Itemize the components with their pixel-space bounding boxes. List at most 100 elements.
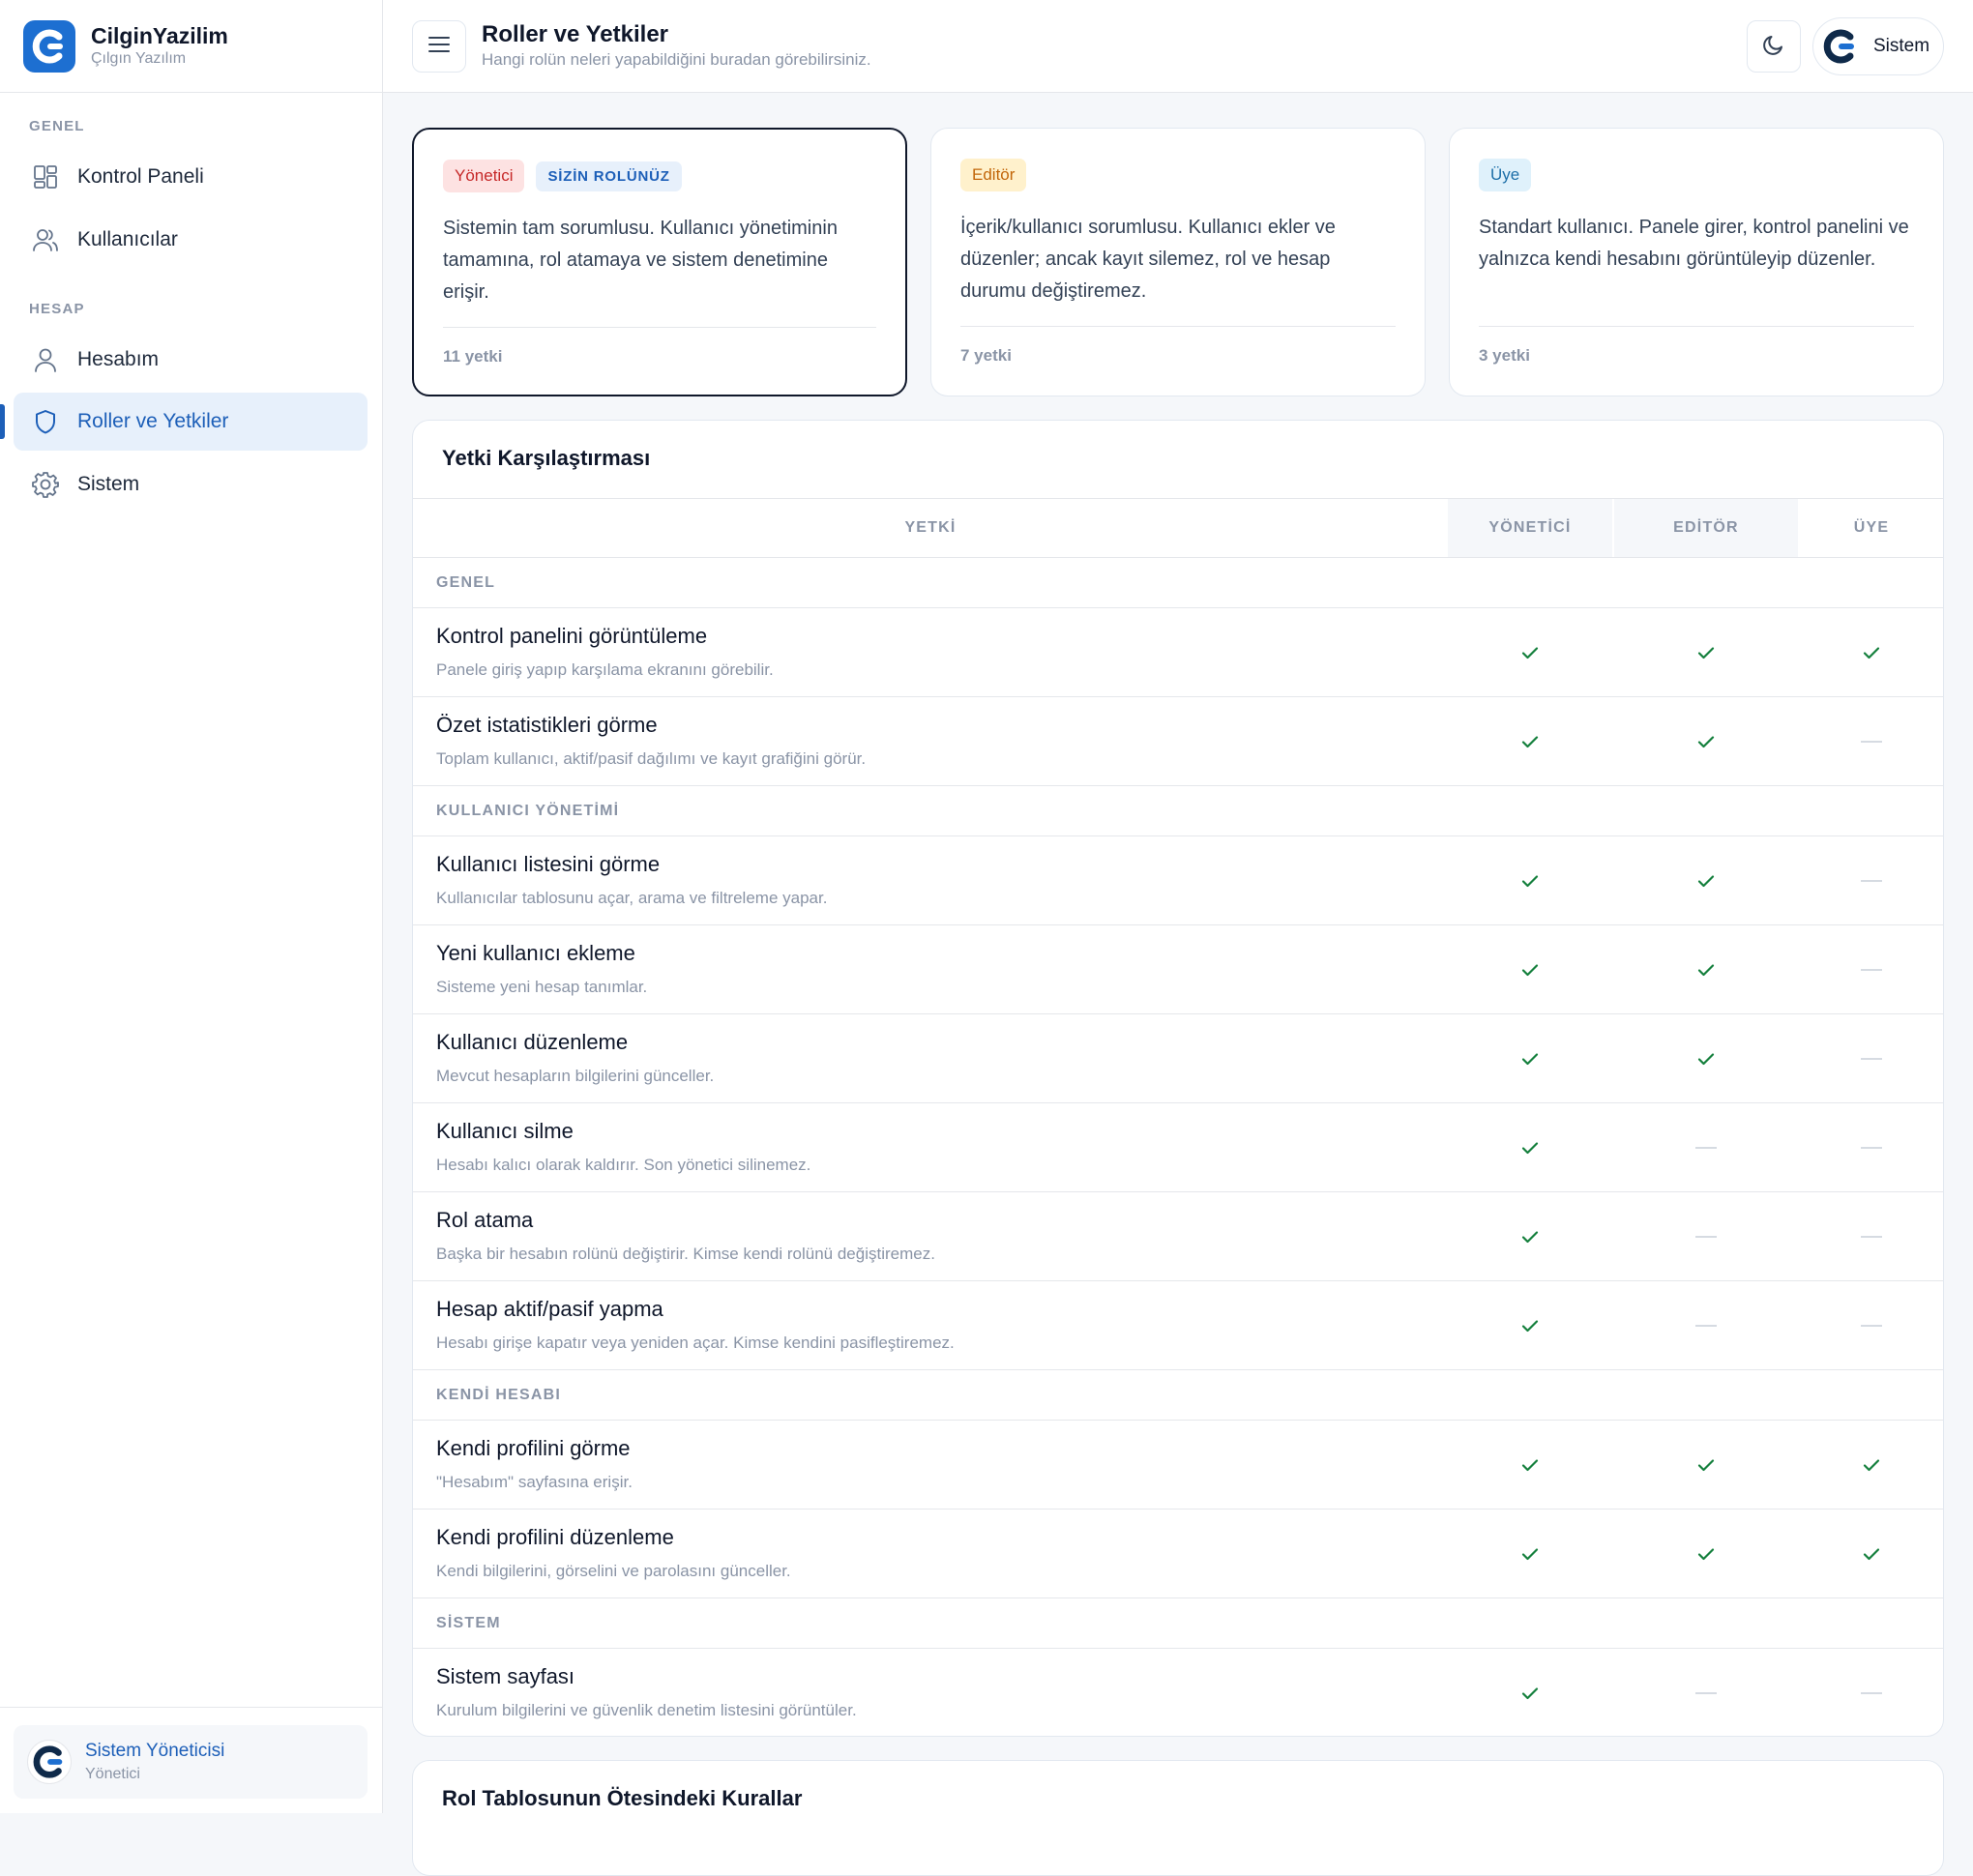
- panel-title: Rol Tablosunun Ötesindeki Kurallar: [442, 1786, 803, 1810]
- permission-description: Panele giriş yapıp karşılama ekranını gö…: [436, 660, 774, 679]
- check-icon: [1448, 1281, 1612, 1370]
- permission-group-header: KULLANICI YÖNETİMİ: [413, 786, 1943, 836]
- theme-toggle-button[interactable]: [1747, 20, 1801, 73]
- shield-icon: [31, 407, 60, 436]
- table-row: Kontrol panelini görüntüleme Panele giriş…: [413, 608, 1943, 697]
- sidebar-item-roller-ve-yetkiler[interactable]: Roller ve Yetkiler: [14, 393, 368, 451]
- brand-name: CilginYazilim: [91, 22, 228, 48]
- check-icon: [1448, 1103, 1612, 1192]
- brand-subtitle: Çılgın Yazılım: [91, 50, 187, 68]
- dash-icon: [1798, 1281, 1943, 1370]
- permission-name: Kullanıcı silme: [436, 1119, 574, 1143]
- hamburger-icon: [427, 32, 452, 62]
- sidebar-item-hesabim[interactable]: Hesabım: [14, 331, 368, 389]
- table-row: Kullanıcı silme Hesabı kalıcı olarak kald…: [413, 1103, 1943, 1192]
- divider: [443, 327, 876, 328]
- permission-description: Kendi bilgilerini, görselini ve parolası…: [436, 1562, 791, 1580]
- check-icon: [1614, 1510, 1798, 1598]
- permission-description: Hesabı kalıcı olarak kaldırır. Son yönet…: [436, 1156, 811, 1174]
- dash-icon: [1614, 1281, 1798, 1370]
- check-icon: [1798, 1510, 1943, 1598]
- table-row: Kullanıcı listesini görme Kullanıcılar ta…: [413, 836, 1943, 925]
- dash-icon: [1798, 1014, 1943, 1103]
- table-header: YETKİ YÖNETİCİ EDİTÖR ÜYE: [413, 498, 1943, 558]
- menu-toggle-button[interactable]: [412, 20, 466, 73]
- role-badge-admin: Yönetici: [443, 160, 525, 192]
- permission-description: "Hesabım" sayfasına erişir.: [436, 1473, 633, 1491]
- dash-icon: [1798, 1103, 1943, 1192]
- divider: [1479, 326, 1914, 327]
- profile-menu-button[interactable]: Sistem: [1812, 17, 1944, 75]
- avatar: [27, 1740, 72, 1784]
- users-icon: [31, 225, 60, 254]
- permission-name: Hesap aktif/pasif yapma: [436, 1297, 663, 1321]
- dashboard-icon: [31, 162, 60, 191]
- check-icon: [1614, 925, 1798, 1014]
- permission-group-header: SİSTEM: [413, 1598, 1943, 1649]
- column-header-member: ÜYE: [1853, 519, 1890, 536]
- check-icon: [1448, 1014, 1612, 1103]
- check-icon: [1448, 1510, 1612, 1598]
- permission-group-header: KENDİ HESABI: [413, 1370, 1943, 1421]
- permission-name: Kendi profilini görme: [436, 1436, 631, 1460]
- check-icon: [1614, 836, 1798, 925]
- check-icon: [1448, 608, 1612, 697]
- table-row: Sistem sayfası Kurulum bilgilerini ve güv…: [413, 1649, 1943, 1736]
- sidebar-item-label: Kontrol Paneli: [77, 165, 204, 188]
- brand[interactable]: CilginYazilim Çılgın Yazılım: [0, 0, 382, 93]
- permission-description: Kullanıcılar tablosunu açar, arama ve fi…: [436, 889, 828, 907]
- permission-description: Sisteme yeni hesap tanımlar.: [436, 978, 648, 996]
- permission-description: Mevcut hesapların bilgilerini günceller.: [436, 1067, 715, 1085]
- dash-icon: [1614, 1192, 1798, 1281]
- sidebar-item-kontrol-paneli[interactable]: Kontrol Paneli: [14, 148, 368, 206]
- permission-description: Hesabı girişe kapatır veya yeniden açar.…: [436, 1334, 955, 1352]
- permission-name: Sistem sayfası: [436, 1664, 575, 1688]
- dash-icon: [1798, 1649, 1943, 1736]
- sidebar-item-kullanicilar[interactable]: Kullanıcılar: [14, 211, 368, 269]
- role-card-editor: Editör İçerik/kullanıcı sorumlusu. Kulla…: [930, 128, 1426, 396]
- column-header-permission: YETKİ: [904, 519, 957, 536]
- user-icon: [31, 345, 60, 374]
- nav-section-genel: GENEL: [29, 118, 85, 134]
- dash-icon: [1798, 1192, 1943, 1281]
- page-title: Roller ve Yetkiler: [482, 21, 669, 47]
- sidebar: CilginYazilim Çılgın Yazılım GENEL Kontr…: [0, 0, 383, 1813]
- dash-icon: [1614, 1103, 1798, 1192]
- dash-icon: [1798, 925, 1943, 1014]
- topbar: Roller ve Yetkiler Hangi rolün neleri ya…: [383, 0, 1973, 93]
- check-icon: [1798, 1421, 1943, 1510]
- role-card-member: Üye Standart kullanıcı. Panele girer, ko…: [1449, 128, 1944, 396]
- table-row: Yeni kullanıcı ekleme Sisteme yeni hesap …: [413, 925, 1943, 1014]
- avatar: [1819, 25, 1862, 68]
- column-header-editor: EDİTÖR: [1614, 499, 1798, 557]
- dash-icon: [1798, 697, 1943, 786]
- check-icon: [1614, 1421, 1798, 1510]
- permission-group-header: GENEL: [413, 558, 1943, 608]
- column-header-admin: YÖNETİCİ: [1448, 499, 1612, 557]
- role-card-admin: Yönetici SİZİN ROLÜNÜZ Sistemin tam soru…: [412, 128, 907, 396]
- check-icon: [1448, 925, 1612, 1014]
- panel-title: Yetki Karşılaştırması: [442, 446, 651, 470]
- sidebar-item-sistem[interactable]: Sistem: [14, 455, 368, 513]
- dash-icon: [1614, 1649, 1798, 1736]
- current-user-card[interactable]: Sistem Yöneticisi Yönetici: [14, 1725, 368, 1799]
- page-subtitle: Hangi rolün neleri yapabildiğini buradan…: [482, 50, 871, 69]
- role-permission-count: 11 yetki: [443, 347, 503, 366]
- table-row: Hesap aktif/pasif yapma Hesabı girişe kap…: [413, 1281, 1943, 1370]
- divider: [960, 326, 1396, 327]
- check-icon: [1448, 836, 1612, 925]
- permission-description: Toplam kullanıcı, aktif/pasif dağılımı v…: [436, 749, 867, 768]
- check-icon: [1448, 1421, 1612, 1510]
- table-row: Kendi profilini düzenleme Kendi bilgileri…: [413, 1510, 1943, 1598]
- permission-description: Başka bir hesabın rolünü değiştirir. Kim…: [436, 1245, 935, 1263]
- active-indicator: [0, 404, 5, 439]
- role-description: Sistemin tam sorumlusu. Kullanıcı yöneti…: [443, 218, 838, 303]
- sidebar-item-label: Hesabım: [77, 348, 160, 370]
- sidebar-item-label: Kullanıcılar: [77, 228, 178, 250]
- permission-name: Rol atama: [436, 1208, 534, 1232]
- current-user-role: Yönetici: [85, 1766, 140, 1782]
- check-icon: [1798, 608, 1943, 697]
- permission-name: Kullanıcı düzenleme: [436, 1030, 629, 1054]
- table-row: Kullanıcı düzenleme Mevcut hesapların bil…: [413, 1014, 1943, 1103]
- role-badge-member: Üye: [1479, 159, 1532, 191]
